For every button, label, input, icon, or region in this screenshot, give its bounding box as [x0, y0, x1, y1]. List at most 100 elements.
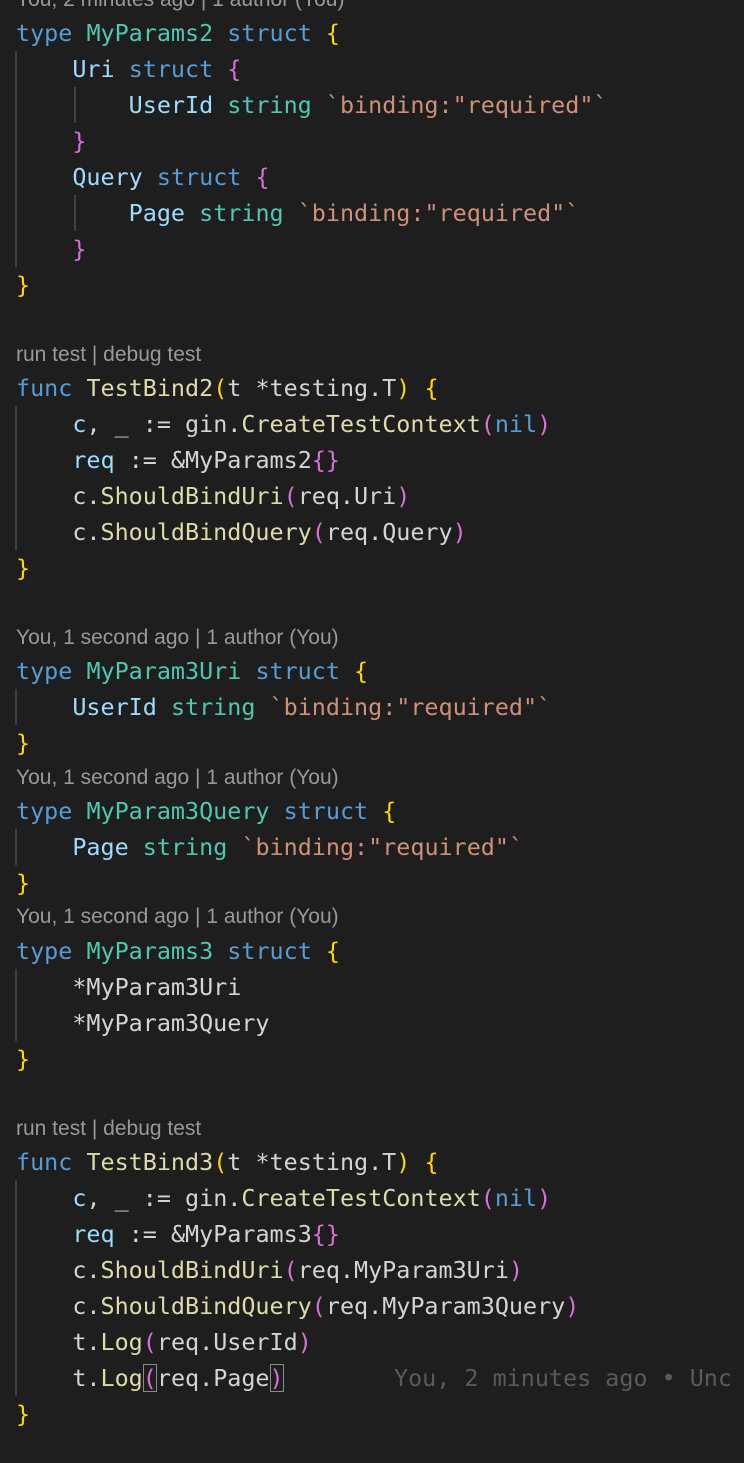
paren-match: (: [142, 1364, 157, 1392]
type-name: string: [227, 91, 312, 119]
function-name: ShouldBindUri: [100, 1256, 284, 1284]
brace: {: [382, 797, 397, 825]
parameter: t *testing.T: [227, 1148, 397, 1176]
paren: (: [311, 1292, 326, 1320]
brace: {}: [311, 446, 340, 474]
operator: , _ :=: [86, 1184, 171, 1212]
argument: req.Query: [325, 518, 453, 546]
codelens-run-test[interactable]: run test | debug test: [16, 341, 201, 369]
field-name: Page: [72, 833, 129, 861]
code-line[interactable]: Page string `binding:"required"`: [16, 829, 523, 865]
code-line[interactable]: type MyParam3Uri struct {: [16, 653, 368, 689]
code-line[interactable]: func TestBind2(t *testing.T) {: [16, 370, 439, 406]
code-line[interactable]: c.ShouldBindQuery(req.Query): [16, 514, 467, 550]
keyword: struct: [156, 163, 242, 191]
function-name: Log: [100, 1364, 143, 1392]
code-line[interactable]: }: [16, 123, 86, 159]
argument: req.Page: [156, 1364, 270, 1392]
parameter: t *testing.T: [227, 374, 397, 402]
paren: ): [396, 1148, 411, 1176]
field-name: UserId: [72, 693, 157, 721]
code-line[interactable]: c.ShouldBindQuery(req.MyParam3Query): [16, 1288, 579, 1324]
paren: (: [311, 518, 326, 546]
operator: :=: [128, 446, 157, 474]
code-line-current[interactable]: t.Log(req.Page): [16, 1360, 284, 1396]
code-line[interactable]: Page string `binding:"required"`: [16, 195, 580, 231]
operator: , _ :=: [86, 410, 171, 438]
code-line[interactable]: func TestBind3(t *testing.T) {: [16, 1144, 439, 1180]
package: gin.: [185, 1184, 242, 1212]
codelens-blame[interactable]: You, 2 minutes ago | 1 author (You): [16, 0, 344, 14]
code-line[interactable]: type MyParams3 struct {: [16, 933, 340, 969]
embedded-field: *MyParam3Uri: [72, 973, 242, 1001]
paren: ): [537, 1184, 552, 1212]
paren: (: [283, 482, 298, 510]
receiver: c.: [72, 518, 101, 546]
code-line[interactable]: c.ShouldBindUri(req.Uri): [16, 478, 410, 514]
code-line[interactable]: type MyParam3Query struct {: [16, 793, 396, 829]
composite-literal: &MyParams2: [170, 446, 312, 474]
code-line[interactable]: t.Log(req.UserId): [16, 1324, 311, 1360]
codelens-blame[interactable]: You, 1 second ago | 1 author (You): [16, 903, 339, 931]
receiver: c.: [72, 482, 101, 510]
keyword: func: [16, 1148, 73, 1176]
package: gin.: [185, 410, 242, 438]
argument: req.Uri: [297, 482, 397, 510]
field-name: UserId: [128, 91, 214, 119]
variable: req: [72, 1220, 115, 1248]
code-line[interactable]: c, _ := gin.CreateTestContext(nil): [16, 1180, 551, 1216]
code-line[interactable]: }: [16, 1396, 30, 1432]
paren: (: [480, 410, 495, 438]
variable: req: [72, 446, 115, 474]
code-editor[interactable]: You, 2 minutes ago | 1 author (You) run …: [0, 0, 744, 1463]
code-line[interactable]: Query struct {: [16, 159, 270, 195]
paren: ): [452, 518, 467, 546]
code-line[interactable]: c, _ := gin.CreateTestContext(nil): [16, 406, 551, 442]
type-name: MyParam3Uri: [86, 657, 242, 685]
code-line[interactable]: req := &MyParams3{}: [16, 1216, 340, 1252]
brace: {: [424, 374, 439, 402]
paren: ): [565, 1292, 580, 1320]
codelens-blame[interactable]: You, 1 second ago | 1 author (You): [16, 764, 339, 792]
function-name: CreateTestContext: [241, 1184, 481, 1212]
function-name: Log: [100, 1328, 143, 1356]
keyword: func: [16, 374, 73, 402]
field-name: Uri: [72, 55, 115, 83]
code-line[interactable]: *MyParam3Query: [16, 1005, 269, 1041]
brace: }: [16, 271, 31, 299]
code-line[interactable]: }: [16, 725, 30, 761]
struct-tag: `binding:"required"`: [297, 199, 580, 227]
code-line[interactable]: req := &MyParams2{}: [16, 442, 340, 478]
keyword: type: [16, 797, 73, 825]
code-line[interactable]: Uri struct {: [16, 51, 241, 87]
code-line[interactable]: c.ShouldBindUri(req.MyParam3Uri): [16, 1252, 523, 1288]
keyword: struct: [227, 937, 312, 965]
code-line[interactable]: }: [16, 1041, 30, 1077]
code-line[interactable]: }: [16, 231, 86, 267]
brace: }: [16, 554, 31, 582]
brace: {: [255, 163, 270, 191]
code-line[interactable]: UserId string `binding:"required"`: [16, 87, 608, 123]
brace: }: [72, 235, 87, 263]
keyword: type: [16, 19, 73, 47]
type-name: MyParam3Query: [86, 797, 270, 825]
keyword: type: [16, 937, 73, 965]
argument: req.UserId: [156, 1328, 298, 1356]
code-line[interactable]: type MyParams2 struct {: [16, 15, 340, 51]
code-line[interactable]: }: [16, 865, 30, 901]
paren: ): [537, 410, 552, 438]
struct-tag: `binding:"required"`: [269, 693, 552, 721]
function-name: ShouldBindQuery: [100, 518, 312, 546]
variable: c: [72, 410, 87, 438]
code-line[interactable]: UserId string `binding:"required"`: [16, 689, 551, 725]
keyword: struct: [128, 55, 214, 83]
code-line[interactable]: *MyParam3Uri: [16, 969, 241, 1005]
codelens-run-test[interactable]: run test | debug test: [16, 1115, 201, 1143]
keyword: nil: [494, 410, 538, 438]
keyword: struct: [255, 657, 340, 685]
argument: req.MyParam3Uri: [297, 1256, 509, 1284]
code-line[interactable]: }: [16, 267, 30, 303]
code-line[interactable]: }: [16, 550, 30, 586]
codelens-blame[interactable]: You, 1 second ago | 1 author (You): [16, 624, 339, 652]
function-name: ShouldBindQuery: [100, 1292, 312, 1320]
